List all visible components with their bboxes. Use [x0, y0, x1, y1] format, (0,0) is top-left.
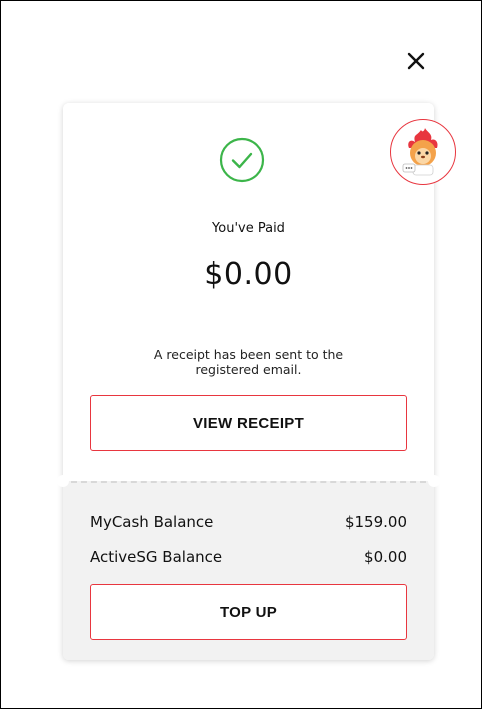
balance-label: ActiveSG Balance — [90, 548, 223, 566]
payment-status-label: You've Paid — [212, 221, 285, 236]
view-receipt-button[interactable]: VIEW RECEIPT — [90, 395, 407, 451]
screen-frame: You've Paid $0.00 A receipt has been sen… — [0, 0, 482, 709]
payment-card: You've Paid $0.00 A receipt has been sen… — [63, 103, 434, 660]
balance-row-activesg: ActiveSG Balance $0.00 — [90, 548, 407, 568]
payment-summary: You've Paid $0.00 A receipt has been sen… — [63, 103, 434, 481]
close-icon[interactable] — [403, 48, 429, 74]
check-circle-icon — [218, 136, 266, 184]
divider — [71, 481, 426, 483]
paid-amount: $0.00 — [204, 257, 293, 292]
balance-label: MyCash Balance — [90, 513, 214, 531]
receipt-note: A receipt has been sent to the registere… — [153, 347, 344, 377]
balance-value: $0.00 — [364, 548, 407, 566]
balance-value: $159.00 — [344, 513, 407, 531]
top-up-button[interactable]: TOP UP — [90, 584, 407, 640]
balance-row-mycash: MyCash Balance $159.00 — [90, 513, 407, 533]
ticket-notch-right — [428, 475, 440, 487]
mascot-chat-icon[interactable] — [390, 119, 456, 185]
ticket-notch-left — [57, 475, 69, 487]
